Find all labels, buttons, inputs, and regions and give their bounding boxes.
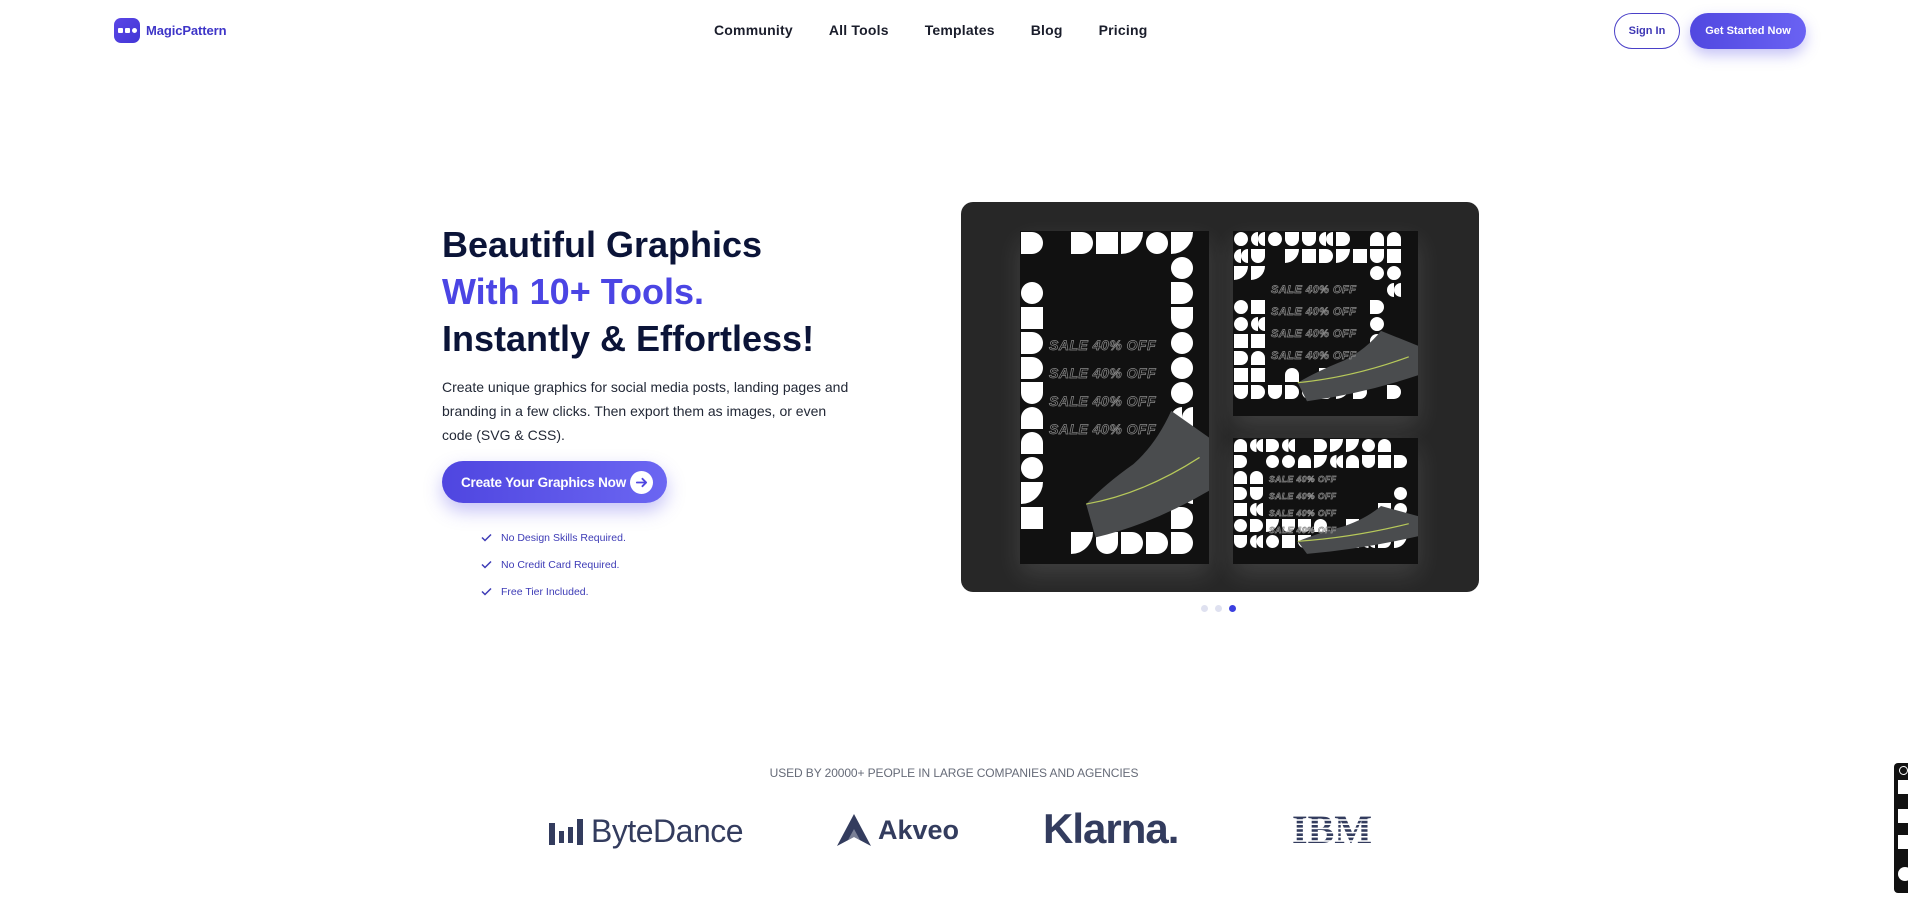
akveo-triangle-icon	[837, 814, 871, 846]
sign-in-button[interactable]: Sign In	[1614, 13, 1680, 49]
nav-link-all-tools[interactable]: All Tools	[829, 22, 889, 38]
search-icon[interactable]	[1898, 780, 1908, 794]
bytedance-logo: ByteDance	[549, 813, 744, 850]
sale-text-line: SALE 40% OFF	[1271, 350, 1357, 363]
checklist-item: Free Tier Included.	[481, 578, 626, 605]
sale-text-block: SALE 40% OFF SALE 40% OFF SALE 40% OFF SALE…	[1269, 471, 1337, 539]
nav-link-templates[interactable]: Templates	[925, 22, 995, 38]
ibm-logo: IBM	[1287, 811, 1377, 847]
checklist-item: No Design Skills Required.	[481, 524, 626, 551]
poster-preview-top-right: SALE 40% OFF SALE 40% OFF SALE 40% OFF SALE…	[1233, 231, 1418, 416]
checkmark-icon	[481, 587, 492, 596]
sale-text-block: SALE 40% OFF SALE 40% OFF SALE 40% OFF SALE…	[1271, 279, 1357, 367]
main-menu: Community All Tools Templates Blog Prici…	[714, 22, 1183, 38]
sale-text-line: SALE 40% OFF	[1269, 507, 1337, 518]
sale-text-line: SALE 40% OFF	[1269, 524, 1337, 535]
brand-name: MagicPattern	[146, 23, 227, 38]
sale-text-block: SALE 40% OFF SALE 40% OFF SALE 40% OFF SALE…	[1049, 331, 1156, 443]
hero-title-line-2: With 10+ Tools.	[442, 271, 705, 312]
company-logos: ByteDance Akveo Klarna. IBM	[0, 805, 1908, 855]
sale-text-line: SALE 40% OFF	[1049, 364, 1157, 382]
akveo-logo: Akveo	[836, 813, 959, 847]
checkmark-icon	[481, 533, 492, 542]
get-started-button[interactable]: Get Started Now	[1690, 13, 1806, 49]
sale-text-line: SALE 40% OFF	[1049, 336, 1157, 354]
create-graphics-button[interactable]: Create Your Graphics Now	[442, 461, 667, 503]
carousel-indicators	[1201, 605, 1236, 612]
poster-preview-bottom-right: SALE 40% OFF SALE 40% OFF SALE 40% OFF SALE…	[1233, 438, 1418, 564]
checklist-item-label: No Design Skills Required.	[501, 531, 626, 544]
nav-link-pricing[interactable]: Pricing	[1099, 22, 1148, 38]
checklist-item-label: No Credit Card Required.	[501, 558, 620, 571]
sale-text-line: SALE 40% OFF	[1049, 420, 1157, 438]
hero-title-line-1: Beautiful Graphics	[442, 224, 763, 265]
magicpattern-logo-icon	[114, 18, 140, 43]
carousel-dot[interactable]	[1229, 605, 1236, 612]
top-navigation: MagicPattern Community All Tools Templat…	[0, 0, 1908, 62]
sale-text-line: SALE 40% OFF	[1271, 306, 1357, 319]
showcase-carousel-slide[interactable]: SALE 40% OFF SALE 40% OFF SALE 40% OFF SALE…	[961, 202, 1479, 592]
comment-icon[interactable]	[1898, 835, 1908, 849]
sale-text-line: SALE 40% OFF	[1269, 490, 1337, 501]
create-graphics-label: Create Your Graphics Now	[461, 474, 626, 490]
checklist-item-label: Free Tier Included.	[501, 585, 589, 598]
floating-side-toolbar[interactable]	[1894, 763, 1908, 893]
klarna-wordmark: Klarna.	[1043, 805, 1179, 852]
feature-checklist: No Design Skills Required. No Credit Car…	[481, 524, 626, 605]
arrow-right-icon	[630, 471, 653, 494]
carousel-dot[interactable]	[1215, 605, 1222, 612]
link-icon[interactable]	[1899, 766, 1908, 775]
bytedance-bars-icon	[549, 818, 583, 845]
poster-preview-large: SALE 40% OFF SALE 40% OFF SALE 40% OFF SALE…	[1020, 231, 1209, 564]
panel-icon[interactable]	[1898, 809, 1908, 823]
hero-title: Beautiful Graphics With 10+ Tools. Insta…	[442, 221, 814, 362]
bytedance-wordmark: ByteDance	[591, 813, 744, 849]
hero-title-line-3: Instantly & Effortless!	[442, 318, 815, 359]
sale-text-line: SALE 40% OFF	[1271, 328, 1357, 341]
checkmark-icon	[481, 560, 492, 569]
hero-description: Create unique graphics for social media …	[442, 379, 849, 443]
klarna-logo: Klarna.	[1043, 805, 1179, 853]
ibm-striped-wordmark: IBM	[1287, 811, 1377, 847]
settings-gear-icon[interactable]	[1898, 867, 1908, 881]
nav-link-blog[interactable]: Blog	[1031, 22, 1063, 38]
akveo-wordmark: Akveo	[878, 814, 960, 845]
checklist-item: No Credit Card Required.	[481, 551, 626, 578]
social-proof-heading: USED BY 20000+ PEOPLE IN LARGE COMPANIES…	[769, 766, 1139, 780]
brand-logo[interactable]: MagicPattern	[114, 18, 227, 43]
carousel-dot[interactable]	[1201, 605, 1208, 612]
sale-text-line: SALE 40% OFF	[1271, 284, 1357, 297]
sale-text-line: SALE 40% OFF	[1269, 473, 1337, 484]
nav-link-community[interactable]: Community	[714, 22, 793, 38]
sale-text-line: SALE 40% OFF	[1049, 392, 1157, 410]
